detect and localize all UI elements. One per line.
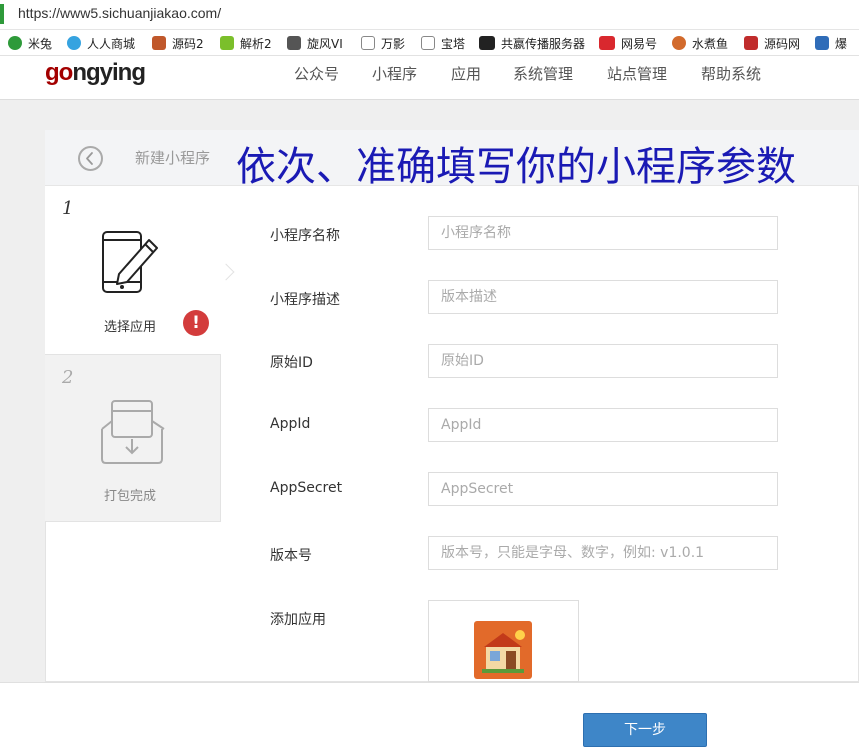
bookmark-mitu[interactable]: 米兔 — [8, 34, 52, 52]
cloud-icon — [67, 36, 81, 50]
label-original-id: 原始ID — [270, 355, 313, 371]
nav-system-management[interactable]: 系统管理 — [513, 63, 573, 84]
chevron-left-icon — [86, 152, 93, 165]
xuanfeng-icon — [287, 36, 301, 50]
label-add-app: 添加应用 — [270, 612, 326, 628]
fish-icon — [672, 36, 686, 50]
mini-program-name-input[interactable] — [428, 216, 778, 250]
label-mini-program-name: 小程序名称 — [270, 228, 340, 244]
phone-edit-icon — [102, 231, 158, 293]
m-icon — [815, 36, 829, 50]
source-net-icon — [744, 36, 758, 50]
bookmark-netease[interactable]: 网易号 — [599, 34, 657, 52]
label-app-id: AppId — [270, 416, 311, 432]
label-mini-program-description: 小程序描述 — [270, 292, 340, 308]
nav-public-account[interactable]: 公众号 — [294, 63, 339, 84]
bookmark-source-net[interactable]: 源码网 — [744, 34, 800, 52]
step-number: 1 — [62, 198, 74, 219]
step-label: 选择应用 — [104, 320, 157, 335]
label-version: 版本号 — [270, 548, 312, 564]
app-secret-input[interactable] — [428, 472, 778, 506]
step-number: 2 — [62, 367, 74, 388]
step-package-done[interactable]: 2 打包完成 — [45, 354, 221, 522]
app-thumbnail-icon — [474, 621, 532, 679]
source-icon — [152, 36, 166, 50]
bookmark-source2[interactable]: 源码2 — [152, 34, 204, 52]
bookmarks-bar: 米兔 人人商城 源码2 解析2 旋风VI 万影 宝塔 共嬴传播服务器 网易号 水… — [0, 30, 859, 56]
bookmark-renren[interactable]: 人人商城 — [67, 34, 135, 52]
nav-site-management[interactable]: 站点管理 — [607, 63, 667, 84]
bookmark-baota[interactable]: 宝塔 — [421, 34, 465, 52]
inbox-download-icon — [101, 400, 165, 464]
browser-url-bar[interactable]: https://www5.sichuanjiakao.com/ — [0, 0, 859, 30]
mitu-icon — [8, 36, 22, 50]
nav-apps[interactable]: 应用 — [451, 63, 481, 84]
version-input[interactable] — [428, 536, 778, 570]
bookmark-bao[interactable]: 爆 — [815, 34, 847, 52]
label-app-secret: AppSecret — [270, 480, 343, 496]
parse-icon — [220, 36, 234, 50]
bookmark-shuizhuyu[interactable]: 水煮鱼 — [672, 34, 728, 52]
netease-icon — [599, 36, 615, 50]
bookmark-gongying-server[interactable]: 共嬴传播服务器 — [479, 34, 585, 52]
url-text[interactable]: https://www5.sichuanjiakao.com/ — [18, 5, 221, 21]
nav-help-system[interactable]: 帮助系统 — [701, 63, 761, 84]
bookmark-xuanfeng[interactable]: 旋风VI — [287, 34, 343, 52]
bookmark-wanying[interactable]: 万影 — [361, 34, 405, 52]
logo[interactable]: gongying — [45, 59, 146, 87]
nav-mini-program[interactable]: 小程序 — [372, 63, 417, 84]
add-app-picker[interactable] — [428, 600, 579, 682]
bt-icon — [479, 36, 495, 50]
original-id-input[interactable] — [428, 344, 778, 378]
site-header: gongying 公众号 小程序 应用 系统管理 站点管理 帮助系统 — [0, 56, 859, 100]
back-button[interactable] — [78, 146, 103, 171]
overlay-annotation: 依次、准确填写你的小程序参数 — [236, 144, 796, 190]
page-icon — [361, 36, 375, 50]
panel-title: 新建小程序 — [135, 149, 211, 167]
warning-icon: ! — [183, 310, 209, 336]
mini-program-description-input[interactable] — [428, 280, 778, 314]
bookmark-parse2[interactable]: 解析2 — [220, 34, 272, 52]
next-step-button[interactable]: 下一步 — [583, 713, 707, 747]
step-label: 打包完成 — [104, 489, 157, 504]
app-id-input[interactable] — [428, 408, 778, 442]
page-icon — [421, 36, 435, 50]
footer-bar — [0, 682, 859, 756]
secure-indicator — [0, 4, 4, 24]
